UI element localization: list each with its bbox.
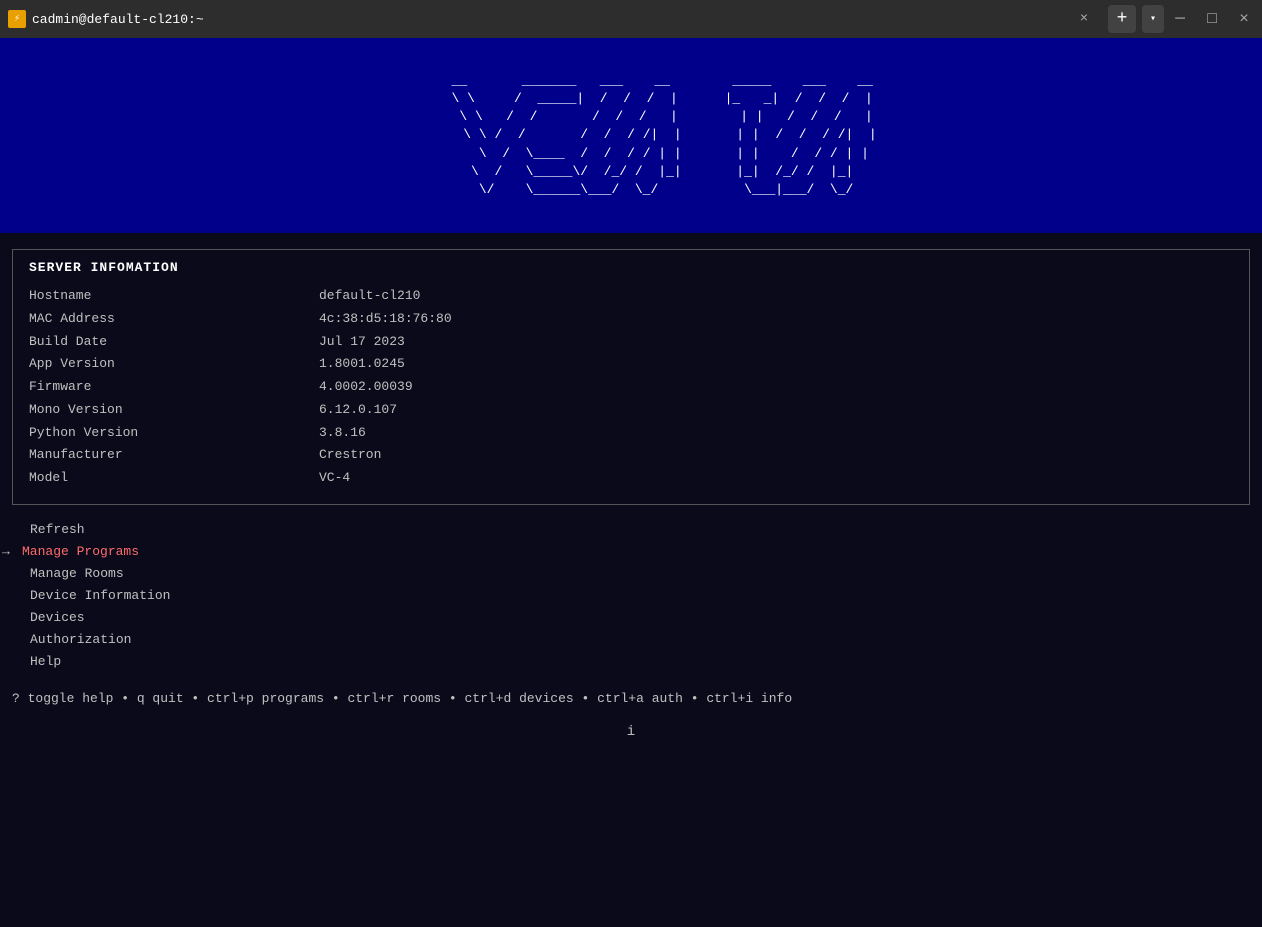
info-label: Python Version [29, 422, 319, 445]
info-row: App Version1.8001.0245 [29, 353, 1233, 376]
menu: Refresh→Manage ProgramsManage RoomsDevic… [12, 519, 1250, 674]
server-info-box: SERVER INFOMATION Hostnamedefault-cl210M… [12, 249, 1250, 505]
info-value: 1.8001.0245 [319, 353, 405, 376]
info-value: VC-4 [319, 467, 350, 490]
info-label: App Version [29, 353, 319, 376]
help-bar: ? toggle help • q quit • ctrl+p programs… [12, 691, 1250, 706]
info-value: 3.8.16 [319, 422, 366, 445]
info-row: Hostnamedefault-cl210 [29, 285, 1233, 308]
info-value: Jul 17 2023 [319, 331, 405, 354]
content: SERVER INFOMATION Hostnamedefault-cl210M… [0, 233, 1262, 927]
info-row: Mono Version6.12.0.107 [29, 399, 1233, 422]
info-row: Firmware4.0002.00039 [29, 376, 1233, 399]
info-label: Build Date [29, 331, 319, 354]
menu-item-label: Manage Programs [22, 541, 139, 563]
window-controls: ─ □ × [1170, 9, 1254, 29]
tab-icon: ⚡ [8, 10, 26, 28]
menu-item-label: Manage Rooms [30, 563, 124, 585]
banner: __ _______ ___ __ _____ ___ __ \ \ / ___… [0, 38, 1262, 233]
info-row: Python Version3.8.16 [29, 422, 1233, 445]
menu-item-authorization[interactable]: Authorization [14, 629, 1248, 651]
menu-item-label: Devices [30, 607, 85, 629]
window-close-button[interactable]: × [1234, 9, 1254, 29]
server-info-rows: Hostnamedefault-cl210MAC Address4c:38:d5… [29, 285, 1233, 490]
menu-item-device-information[interactable]: Device Information [14, 585, 1248, 607]
info-label: Hostname [29, 285, 319, 308]
terminal: __ _______ ___ __ _____ ___ __ \ \ / ___… [0, 38, 1262, 927]
titlebar: ⚡ cadmin@default-cl210:~ × + ▾ ─ □ × [0, 0, 1262, 38]
info-label: Model [29, 467, 319, 490]
ascii-art: __ _______ ___ __ _____ ___ __ \ \ / ___… [385, 72, 876, 199]
maximize-button[interactable]: □ [1202, 9, 1222, 29]
info-value: 4c:38:d5:18:76:80 [319, 308, 452, 331]
menu-item-refresh[interactable]: Refresh [14, 519, 1248, 541]
tab-label: cadmin@default-cl210:~ [32, 12, 1068, 27]
menu-item-manage-rooms[interactable]: Manage Rooms [14, 563, 1248, 585]
menu-item-devices[interactable]: Devices [14, 607, 1248, 629]
info-value: 6.12.0.107 [319, 399, 397, 422]
menu-item-label: Help [30, 651, 61, 673]
new-tab-button[interactable]: + [1108, 5, 1136, 33]
info-value: Crestron [319, 444, 381, 467]
menu-item-help[interactable]: Help [14, 651, 1248, 673]
info-value: 4.0002.00039 [319, 376, 413, 399]
menu-item-manage-programs[interactable]: →Manage Programs [14, 541, 1248, 563]
info-label: MAC Address [29, 308, 319, 331]
info-row: MAC Address4c:38:d5:18:76:80 [29, 308, 1233, 331]
menu-arrow-icon: → [2, 541, 16, 563]
server-info-title: SERVER INFOMATION [29, 260, 1233, 275]
info-row: ModelVC-4 [29, 467, 1233, 490]
info-row: Build DateJul 17 2023 [29, 331, 1233, 354]
menu-item-label: Device Information [30, 585, 170, 607]
info-label: Manufacturer [29, 444, 319, 467]
minimize-button[interactable]: ─ [1170, 9, 1190, 29]
menu-item-label: Authorization [30, 629, 131, 651]
dropdown-button[interactable]: ▾ [1142, 5, 1164, 33]
info-label: Mono Version [29, 399, 319, 422]
info-label: Firmware [29, 376, 319, 399]
info-row: ManufacturerCrestron [29, 444, 1233, 467]
info-value: default-cl210 [319, 285, 420, 308]
tab-close-button[interactable]: × [1074, 9, 1094, 29]
menu-item-label: Refresh [30, 519, 85, 541]
cursor: i [12, 724, 1250, 740]
